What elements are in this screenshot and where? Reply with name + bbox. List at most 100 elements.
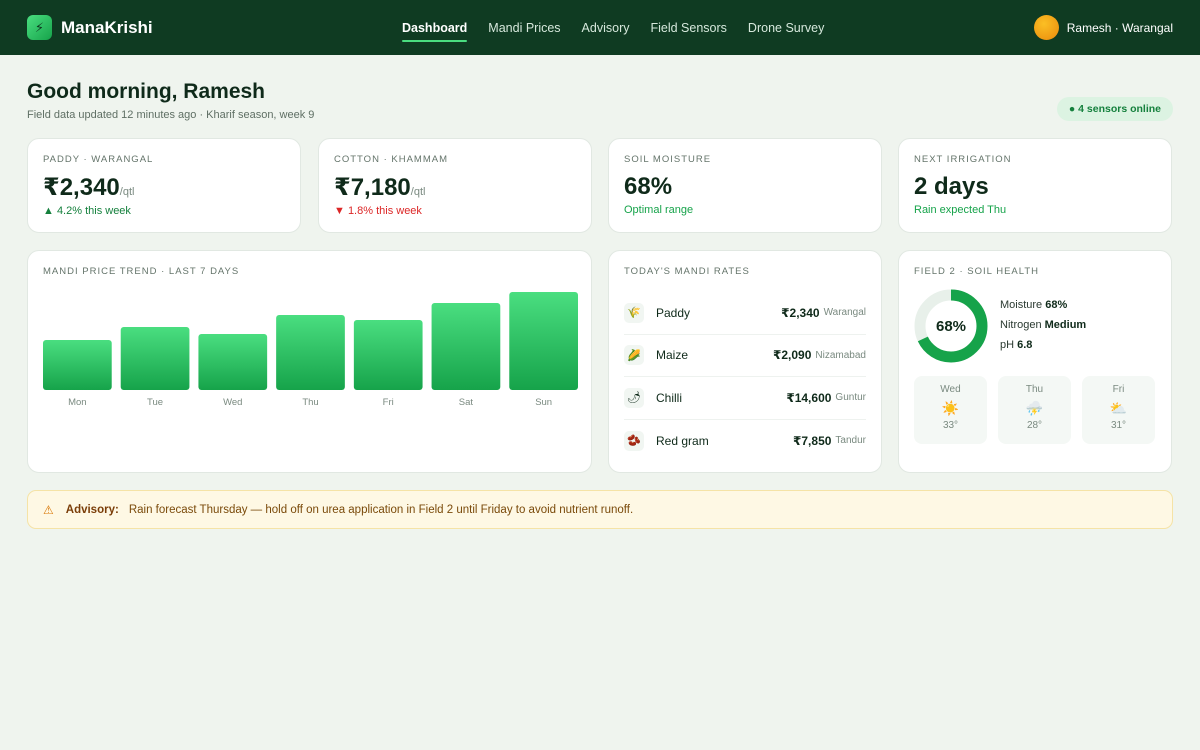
x-tick-label: Wed [223,397,242,408]
rate-crop: Maize [656,348,689,363]
ph-value: 6.8 [1017,339,1033,351]
moisture-donut: 68% [914,289,988,363]
kpi-value-number: ₹2,340 [43,174,120,201]
moisture-value: 68% [1045,299,1068,311]
rate-price: ₹7,850 [793,433,832,448]
forecast-day-fri[interactable]: Fri ⛅ 31° [1082,376,1155,444]
kpi-value: 68% [624,173,866,201]
mandi-rates-title: TODAY'S MANDI RATES [624,266,750,277]
partly-cloudy-icon: ⛅ [1109,400,1128,416]
kpi-card-paddy[interactable]: PADDY · WARANGAL ₹2,340/qtl ▲ 4.2% this … [27,138,301,233]
kpi-card-next-irrigation[interactable]: NEXT IRRIGATION 2 days Rain expected Thu [898,138,1172,233]
rate-crop: Chilli [656,390,683,405]
sensors-online-badge[interactable]: ● 4 sensors online [1056,97,1173,121]
rate-row-chilli[interactable]: 🌶 Chilli ₹14,600 Guntur [624,377,866,420]
bar-wed[interactable] [198,334,268,390]
advisory-text: Rain forecast Thursday — hold off on ure… [128,503,634,516]
forecast-temp: 33° [942,420,959,431]
mandi-rates-card: TODAY'S MANDI RATES 🌾 Paddy ₹2,340 Waran… [608,250,882,473]
chilli-icon: 🌶 [624,387,644,408]
kpi-label: SOIL MOISTURE [624,154,712,165]
ph-label: pH [1000,339,1015,351]
soil-stats: Moisture 68% Nitrogen Medium pH 6.8 [1000,299,1086,359]
bar-thu[interactable] [276,315,345,390]
forecast-day-name: Fri [1112,384,1125,395]
moisture-stat: Moisture 68% [1000,299,1086,311]
bar-tue[interactable] [120,327,190,390]
kpi-value-number: 68% [624,173,673,200]
greeting: Good morning, Ramesh Field data updated … [27,80,314,121]
user-menu[interactable]: Ramesh · Warangal [1033,15,1173,40]
moisture-label: Moisture [1000,299,1043,311]
rate-price: ₹2,090 [773,348,812,363]
page-subtitle: Field data updated 12 minutes ago · Khar… [27,109,315,121]
kpi-value: ₹2,340/qtl [43,173,285,202]
mandi-rates-list: 🌾 Paddy ₹2,340 Warangal 🌽 Maize ₹2,090 N… [624,292,866,462]
brand[interactable]: ⚡ ManaKrishi [27,15,153,40]
kpi-status: Optimal range [624,204,694,216]
nitrogen-value: Medium [1044,319,1087,331]
kpi-label: NEXT IRRIGATION [914,154,1012,165]
forecast-day-thu[interactable]: Thu ⛈️ 28° [998,376,1071,444]
warning-icon: ⚠ [43,502,54,517]
app-name: ManaKrishi [61,17,153,37]
bar-fri[interactable] [353,320,423,390]
rate-market: Guntur [835,392,866,404]
soil-health-title: FIELD 2 · SOIL HEALTH [914,266,1039,277]
nav-drone-survey[interactable]: Drone Survey [748,17,824,39]
sun-icon: ☀️ [941,400,960,416]
kpi-change: ▲ 4.2% this week [43,205,131,217]
bar-mon[interactable] [43,340,112,390]
price-trend-chart: Mon Tue Wed Thu Fri Sat Sun [43,292,578,408]
kpi-card-cotton[interactable]: COTTON · KHAMMAM ₹7,180/qtl ▼ 1.8% this … [318,138,592,233]
forecast-temp: 28° [1026,420,1043,431]
forecast-day-wed[interactable]: Wed ☀️ 33° [914,376,987,444]
kpi-label: COTTON · KHAMMAM [334,154,448,165]
rate-price: ₹2,340 [781,305,820,320]
nitrogen-label: Nitrogen [1000,319,1042,331]
kpi-label: PADDY · WARANGAL [43,154,154,165]
forecast-temp: 31° [1110,420,1127,431]
nitrogen-stat: Nitrogen Medium [1000,319,1086,331]
nav-field-sensors[interactable]: Field Sensors [650,17,726,39]
rate-row-paddy[interactable]: 🌾 Paddy ₹2,340 Warangal [624,292,866,335]
page-title: Good morning, Ramesh [27,80,266,103]
kpi-unit: /qtl [410,186,426,198]
bar-sun[interactable] [509,292,578,390]
rate-row-red-gram[interactable]: 🫘 Red gram ₹7,850 Tandur [624,420,866,463]
thunderstorm-icon: ⛈️ [1025,400,1044,416]
kpi-value: ₹7,180/qtl [334,173,576,202]
advisory-label: Advisory: [65,503,119,516]
soil-health-card: FIELD 2 · SOIL HEALTH 68% Moisture 68% N… [898,250,1172,473]
rate-market: Warangal [823,307,866,319]
rate-row-maize[interactable]: 🌽 Maize ₹2,090 Nizamabad [624,335,866,377]
bar-sat[interactable] [431,303,501,390]
x-tick-label: Fri [383,397,394,408]
maize-icon: 🌽 [624,345,644,366]
red-gram-icon: 🫘 [624,430,644,451]
advisory-banner[interactable]: ⚠ Advisory: Rain forecast Thursday — hol… [27,490,1173,529]
x-tick-label: Sat [459,397,474,408]
rate-market: Tandur [835,435,866,447]
nav-dashboard[interactable]: Dashboard [402,17,468,42]
price-trend-card: MANDI PRICE TREND · LAST 7 DAYS Mon Tue We… [27,250,592,473]
main-nav: Dashboard Mandi Prices Advisory Field Se… [402,0,824,55]
avatar[interactable] [1033,15,1059,40]
kpi-value-number: ₹7,180 [334,174,411,201]
kpi-change: ▼ 1.8% this week [334,205,422,217]
nav-mandi-prices[interactable]: Mandi Prices [488,17,560,39]
forecast-day-name: Wed [940,384,961,395]
weather-forecast: Wed ☀️ 33° Thu ⛈️ 28° Fri ⛅ 31° [914,376,1155,444]
x-tick-label: Mon [68,397,86,408]
kpi-value: 2 days [914,173,1156,201]
nav-advisory[interactable]: Advisory [582,17,630,39]
x-tick-label: Tue [147,397,163,408]
kpi-unit: /qtl [119,186,135,198]
forecast-day-name: Thu [1025,384,1044,395]
kpi-card-soil-moisture[interactable]: SOIL MOISTURE 68% Optimal range [608,138,882,233]
donut-value: 68% [935,317,967,335]
top-bar: ⚡ ManaKrishi Dashboard Mandi Prices Advi… [0,0,1200,55]
user-name: Ramesh · Warangal [1066,20,1173,35]
x-tick-label: Thu [302,397,318,408]
rate-crop: Paddy [656,305,691,320]
